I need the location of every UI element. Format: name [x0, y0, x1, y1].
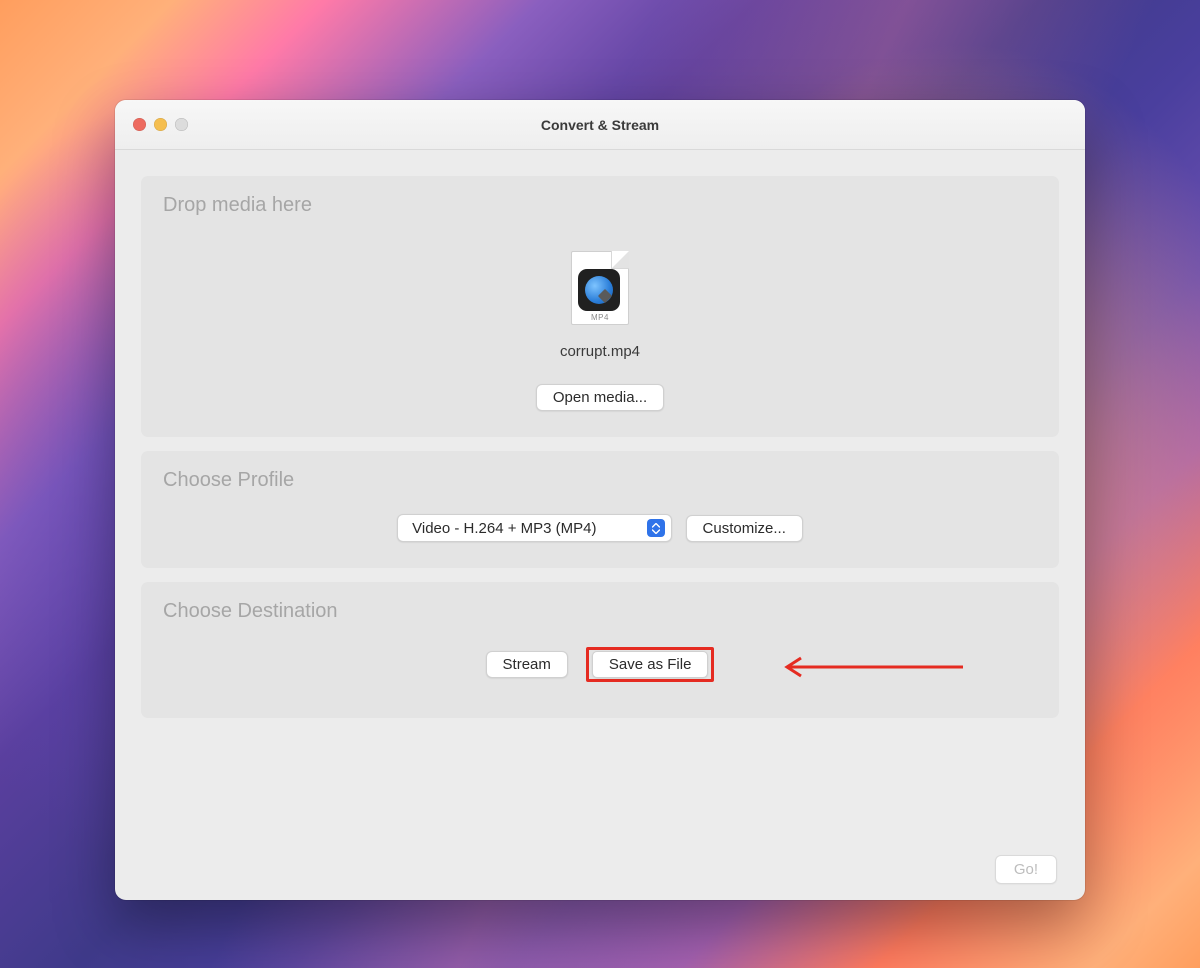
window-controls — [133, 118, 188, 131]
file-name: corrupt.mp4 — [560, 343, 640, 360]
convert-stream-window: Convert & Stream Drop media here MP4 cor… — [115, 100, 1085, 900]
choose-destination-heading: Choose Destination — [163, 600, 1037, 623]
profile-select-value: Video - H.264 + MP3 (MP4) — [412, 520, 596, 537]
drop-media-heading: Drop media here — [163, 194, 1037, 217]
highlight-annotation: Save as File — [586, 647, 715, 682]
customize-button[interactable]: Customize... — [686, 515, 803, 542]
window-content: Drop media here MP4 corrupt.mp4 Open med… — [115, 150, 1085, 900]
profile-select[interactable]: Video - H.264 + MP3 (MP4) — [397, 514, 671, 542]
zoom-icon — [175, 118, 188, 131]
drop-area: MP4 corrupt.mp4 Open media... — [163, 229, 1037, 411]
file-extension-label: MP4 — [571, 313, 629, 322]
open-media-button[interactable]: Open media... — [536, 384, 664, 411]
window-title: Convert & Stream — [541, 117, 659, 133]
titlebar[interactable]: Convert & Stream — [115, 100, 1085, 150]
stream-button[interactable]: Stream — [486, 651, 568, 678]
choose-profile-heading: Choose Profile — [163, 469, 1037, 492]
choose-profile-panel: Choose Profile Video - H.264 + MP3 (MP4)… — [141, 451, 1059, 568]
file-icon: MP4 — [571, 251, 629, 325]
save-as-file-button[interactable]: Save as File — [592, 651, 709, 678]
quicktime-icon — [578, 269, 620, 311]
close-icon[interactable] — [133, 118, 146, 131]
updown-icon — [647, 519, 665, 537]
choose-destination-panel: Choose Destination Stream Save as File — [141, 582, 1059, 718]
footer: Go! — [141, 851, 1059, 886]
drop-media-panel[interactable]: Drop media here MP4 corrupt.mp4 Open med… — [141, 176, 1059, 437]
minimize-icon[interactable] — [154, 118, 167, 131]
go-button: Go! — [995, 855, 1057, 884]
